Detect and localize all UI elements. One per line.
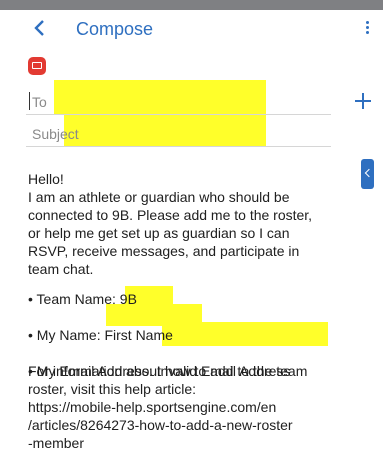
more-vertical-icon[interactable] xyxy=(364,21,370,37)
message-line: or help me get set up as guardian so I c… xyxy=(28,225,290,241)
subject-field[interactable]: Subject xyxy=(26,118,331,147)
page-title: Compose xyxy=(76,19,154,39)
message-greeting: Hello! xyxy=(28,171,64,187)
message-line: roster, visit this help article: xyxy=(28,381,197,397)
detail-team-name: • Team Name: 9B xyxy=(28,290,383,308)
message-line: I am an athlete or guardian who should b… xyxy=(28,189,290,205)
status-bar xyxy=(0,0,383,10)
chevron-left-icon[interactable] xyxy=(30,16,50,40)
message-line: RSVP, receive messages, and participate … xyxy=(28,243,300,259)
help-link[interactable]: https://mobile-help.sportsengine.com/en xyxy=(28,398,276,416)
detail-value: 9B xyxy=(119,291,137,307)
to-label: To xyxy=(32,94,47,110)
help-link[interactable]: -member xyxy=(28,434,84,452)
mail-app-icon xyxy=(28,57,46,75)
help-link[interactable]: /articles/8264273-how-to-add-a-new-roste… xyxy=(28,416,293,434)
detail-email: • My Email Address: Invalid Email Addres… xyxy=(28,362,383,380)
detail-value: Invalid Email Address xyxy=(156,363,291,379)
message-line: connected to 9B. Please add me to the ro… xyxy=(28,207,313,223)
to-field[interactable]: To xyxy=(26,86,331,115)
detail-value: First Name xyxy=(104,327,173,343)
chevron-left-icon[interactable] xyxy=(361,159,374,189)
detail-label: • Team Name: xyxy=(28,291,120,307)
plus-icon[interactable] xyxy=(353,91,373,111)
message-line: team chat. xyxy=(28,261,94,277)
detail-my-name: • My Name: First Name xyxy=(28,326,383,344)
text-cursor xyxy=(29,92,30,110)
subject-label: Subject xyxy=(32,126,79,142)
app-bar: Compose xyxy=(0,10,383,46)
detail-label: • My Email Address: xyxy=(28,363,157,379)
detail-label: • My Name: xyxy=(28,327,105,343)
